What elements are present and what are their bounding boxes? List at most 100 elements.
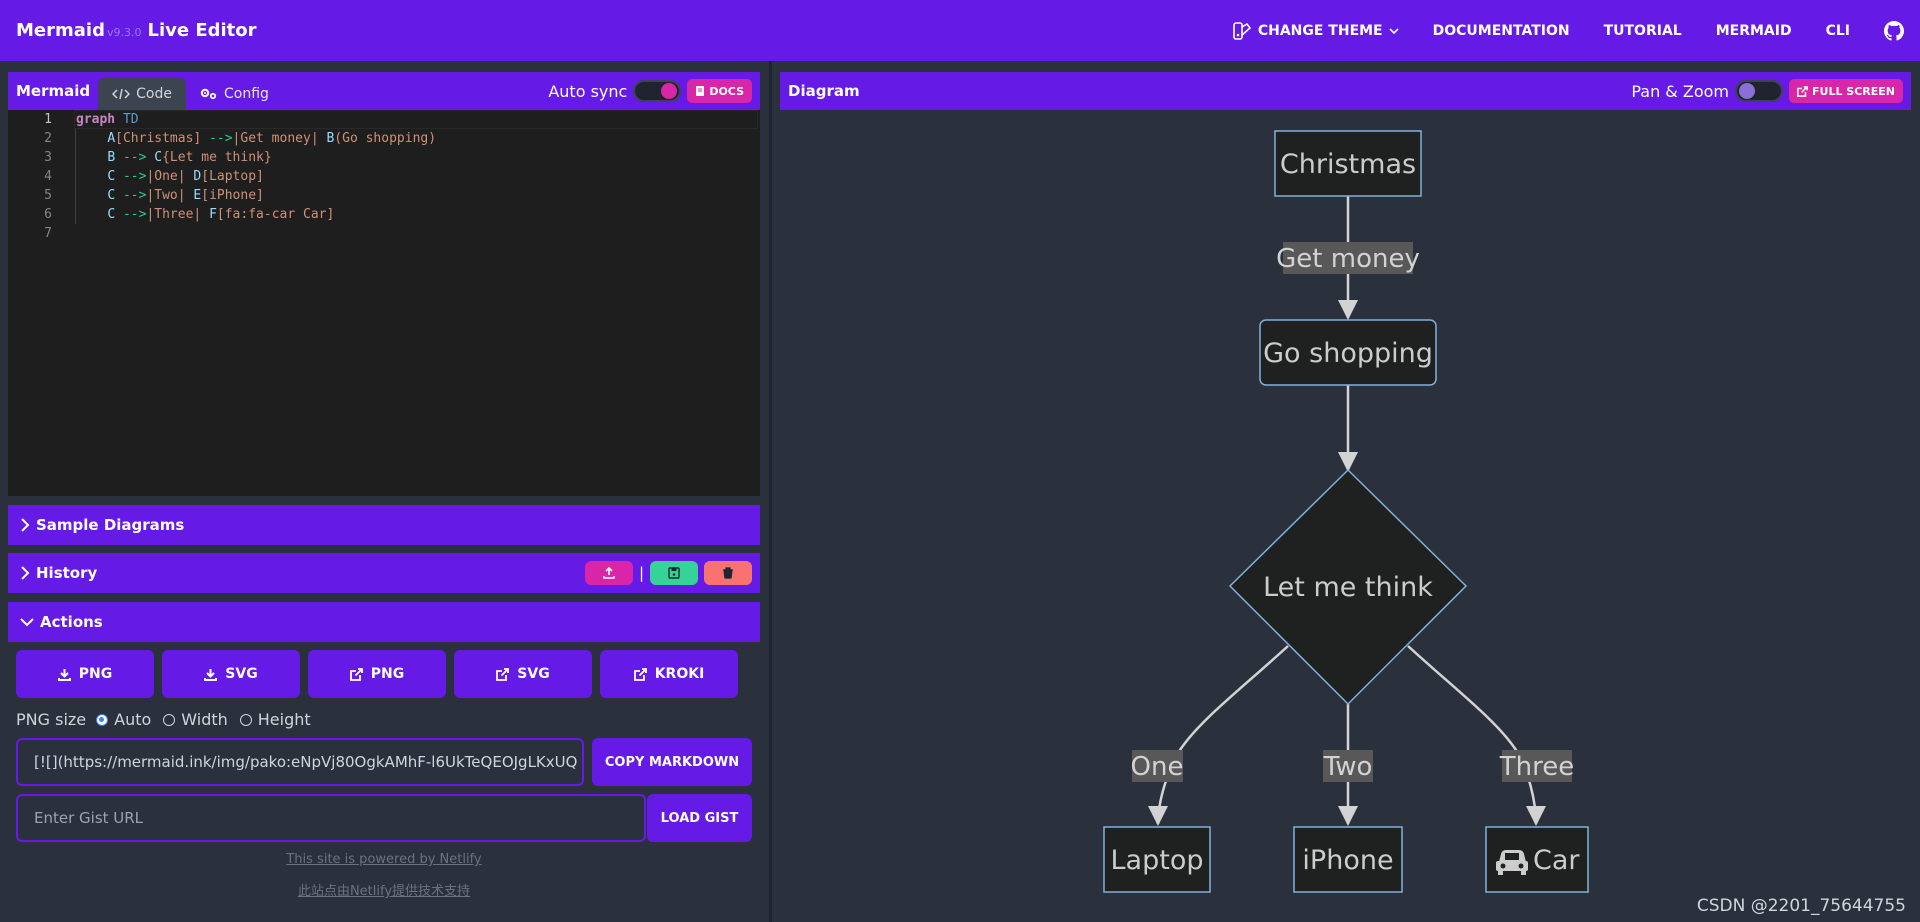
size-width-label: Width	[181, 710, 228, 729]
auto-sync-toggle[interactable]	[633, 80, 682, 102]
delete-history-button[interactable]	[704, 561, 752, 585]
chevron-down-icon	[1389, 27, 1399, 34]
sample-diagrams-section[interactable]: Sample Diagrams	[8, 505, 760, 545]
node-iphone[interactable]: iPhone	[1293, 826, 1403, 893]
history-section[interactable]: History |	[8, 553, 760, 593]
open-svg-button[interactable]: SVG	[454, 650, 592, 698]
netlify-link[interactable]: This site is powered by Netlify	[8, 852, 760, 867]
diagram-header: Diagram Pan & Zoom FULL SCREEN	[780, 72, 1911, 110]
node-christmas[interactable]: Christmas	[1274, 130, 1422, 197]
copy-markdown-button[interactable]: COPY MARKDOWN	[592, 738, 752, 786]
history-label: History	[36, 564, 98, 582]
code-text: C -->|Three| F[fa:fa-car Car]	[107, 207, 335, 222]
edge-label-get-money: Get money	[1276, 242, 1420, 274]
size-auto-radio[interactable]	[96, 713, 109, 726]
save-icon	[668, 567, 680, 579]
docs-button[interactable]: DOCS	[687, 79, 752, 103]
external-link-icon	[496, 667, 510, 681]
pan-zoom-toggle[interactable]	[1735, 80, 1783, 102]
open-png-button[interactable]: PNG	[308, 650, 446, 698]
github-link[interactable]	[1867, 20, 1904, 41]
size-height-radio[interactable]	[239, 713, 252, 726]
download-png-button[interactable]: PNG	[16, 650, 154, 698]
size-width-radio[interactable]	[163, 713, 176, 726]
download-svg-button[interactable]: SVG	[162, 650, 300, 698]
change-theme-dropdown[interactable]: CHANGE THEME	[1215, 21, 1416, 41]
nav-mermaid[interactable]: MERMAID	[1699, 23, 1809, 39]
line-number: 3	[44, 150, 52, 165]
docs-button-label: DOCS	[709, 84, 744, 98]
nav-tutorial[interactable]: TUTORIAL	[1587, 23, 1699, 39]
node-label: Let me think	[1263, 572, 1433, 603]
separator: |	[638, 564, 644, 582]
gist-url-input[interactable]: Enter Gist URL	[16, 794, 646, 842]
trash-icon	[723, 567, 733, 579]
nav-cli[interactable]: CLI	[1809, 23, 1867, 39]
external-link-icon	[349, 667, 363, 681]
open-png-label: PNG	[370, 666, 405, 682]
edge-label-two: Two	[1323, 750, 1373, 782]
download-icon	[57, 668, 71, 681]
auto-sync-control: Auto sync	[548, 80, 682, 102]
auto-sync-label: Auto sync	[548, 81, 628, 101]
markdown-input[interactable]: [![](https://mermaid.ink/img/pako:eNpVj8…	[16, 738, 584, 786]
code-line: 6 C -->|Three| F[fa:fa-car Car]	[8, 205, 760, 224]
save-history-button[interactable]	[650, 561, 698, 585]
size-height-label: Height	[257, 710, 311, 729]
watermark: CSDN @2201_75644755	[1696, 896, 1906, 916]
edge-label-three: Three	[1499, 750, 1574, 782]
chevron-down-icon	[20, 618, 34, 627]
tab-config[interactable]: Config	[186, 78, 283, 110]
line-number: 6	[44, 207, 52, 222]
full-screen-button[interactable]: FULL SCREEN	[1789, 79, 1903, 103]
nav-documentation[interactable]: DOCUMENTATION	[1416, 23, 1587, 39]
edge-label-text: Get money	[1276, 244, 1420, 274]
history-buttons: |	[584, 561, 752, 585]
load-gist-button[interactable]: LOAD GIST	[647, 794, 752, 842]
line-number: 7	[44, 226, 52, 241]
node-label: iPhone	[1302, 845, 1393, 876]
actions-panel: PNG SVG PNG SVG KROKI PNG size Auto Widt…	[8, 642, 760, 920]
panel-divider[interactable]	[769, 61, 772, 922]
code-text: A[Christmas] -->|Get money| B(Go shoppin…	[107, 131, 437, 146]
edge-label-text: Two	[1323, 752, 1373, 782]
netlify-link-cn[interactable]: 此站点由Netlify提供技术支持	[8, 880, 760, 899]
code-line: 5 C -->|Two| E[iPhone]	[8, 186, 760, 205]
sample-diagrams-label: Sample Diagrams	[36, 516, 185, 534]
gears-icon	[200, 88, 217, 100]
line-number: 4	[44, 169, 52, 184]
node-laptop[interactable]: Laptop	[1103, 826, 1211, 893]
upload-history-button[interactable]	[584, 561, 633, 585]
full-screen-label: FULL SCREEN	[1812, 84, 1895, 98]
node-go-shopping[interactable]: Go shopping	[1259, 319, 1437, 386]
node-label: Car	[1533, 845, 1580, 876]
node-car[interactable]: Car	[1485, 826, 1589, 893]
actions-label: Actions	[40, 613, 103, 631]
png-size-label: PNG size	[16, 710, 87, 729]
pan-zoom-control: Pan & Zoom	[1631, 80, 1783, 102]
code-text: B --> C{Let me think}	[107, 150, 272, 165]
palette-icon	[1233, 21, 1251, 40]
edge-think-laptop	[1148, 645, 1289, 826]
editor-title: Mermaid	[16, 82, 91, 100]
app-version: v9.3.0	[106, 26, 142, 39]
upload-icon	[603, 567, 615, 579]
external-link-icon	[633, 667, 647, 681]
open-kroki-button[interactable]: KROKI	[600, 650, 738, 698]
code-line: 4 C -->|One| D[Laptop]	[8, 167, 760, 186]
edge-label-text: One	[1131, 752, 1184, 782]
code-editor[interactable]: 1 graph TD 2 A[Christmas] -->|Get money|…	[8, 110, 760, 496]
tab-code[interactable]: Code	[98, 78, 186, 110]
top-navbar: Mermaid v9.3.0 Live Editor CHANGE THEME …	[0, 0, 1920, 61]
code-line: 2 A[Christmas] -->|Get money| B(Go shopp…	[8, 129, 760, 148]
app-brand[interactable]: Mermaid v9.3.0 Live Editor	[16, 20, 257, 41]
book-icon	[696, 86, 705, 96]
code-text: C -->|Two| E[iPhone]	[107, 188, 264, 203]
actions-section[interactable]: Actions	[8, 602, 760, 642]
node-let-me-think[interactable]: Let me think	[1228, 468, 1468, 706]
download-svg-label: SVG	[225, 666, 258, 682]
diagram-canvas[interactable]: Get money One Two Three Christmas Go sho…	[780, 110, 1911, 920]
flowchart-svg: Get money One Two Three Christmas Go sho…	[1103, 130, 1589, 893]
node-label: Go shopping	[1263, 338, 1433, 369]
code-line: 7	[8, 224, 760, 243]
